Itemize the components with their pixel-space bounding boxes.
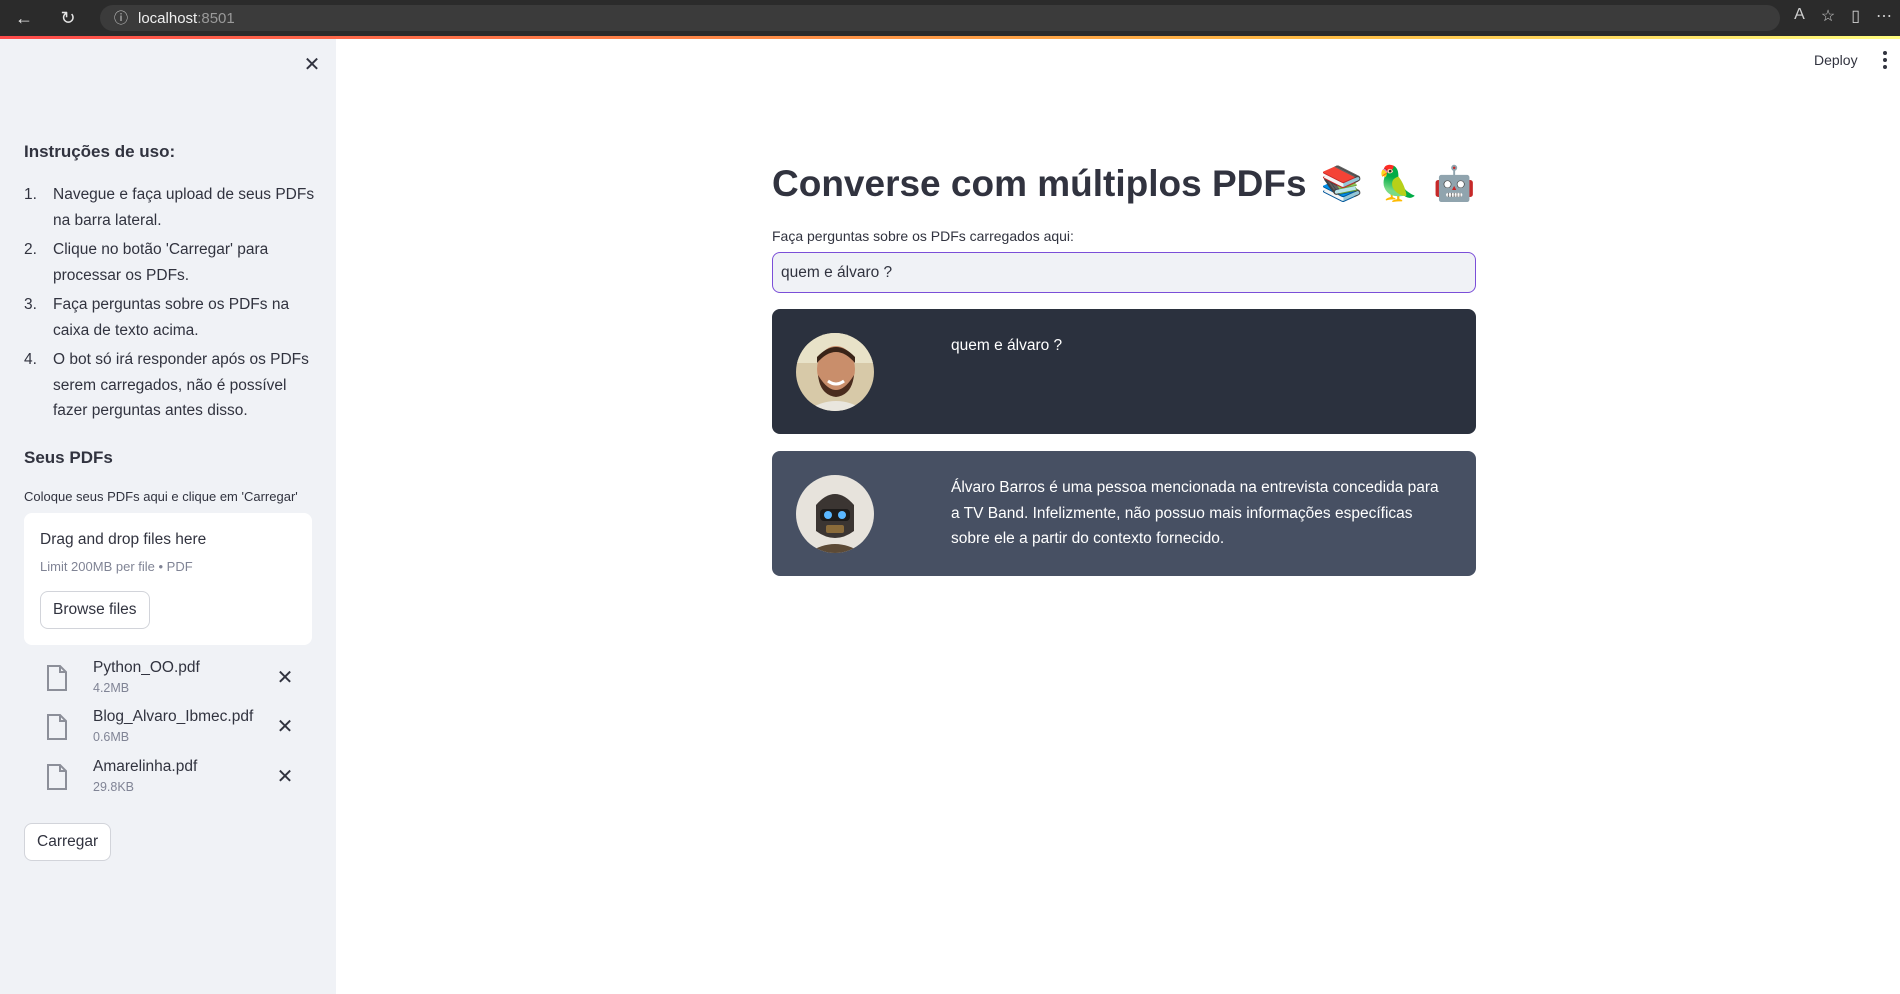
books-emoji-icon: 📚 <box>1320 165 1363 203</box>
file-name: Blog_Alvaro_Ibmec.pdf <box>93 708 254 725</box>
main-menu-icon[interactable] <box>1882 51 1888 69</box>
sidebar: ✕ Instruções de uso: 1. Navegue e faça up… <box>0 39 336 994</box>
browser-toolbar: ← ↻ ⓘ localhost:8501 A ☆ ▯ ⋯ <box>0 0 1900 36</box>
split-screen-icon[interactable]: ▯ <box>1851 6 1860 26</box>
bot-message-text: Álvaro Barros é uma pessoa mencionada na… <box>951 479 1439 547</box>
back-icon[interactable]: ← <box>12 6 36 30</box>
robot-emoji-icon: 🤖 <box>1433 165 1476 203</box>
uploaded-file: Amarelinha.pdf 29.8KB ✕ <box>24 758 312 800</box>
file-size: 4.2MB <box>93 681 130 695</box>
uploader-caption: Coloque seus PDFs aqui e clique em 'Carr… <box>24 489 298 504</box>
instruction-item: 3. Faça perguntas sobre os PDFs na caixa … <box>24 296 290 339</box>
file-name: Python_OO.pdf <box>93 659 200 676</box>
load-button[interactable]: Carregar <box>24 823 112 861</box>
file-dropzone[interactable]: Drag and drop files here Limit 200MB per… <box>24 513 312 645</box>
address-bar[interactable]: ⓘ localhost:8501 <box>100 5 1780 31</box>
close-sidebar-icon[interactable]: ✕ <box>300 53 324 77</box>
instruction-item: 2. Clique no botão 'Carregar' para proces… <box>24 241 269 284</box>
browse-files-button[interactable]: Browse files <box>40 591 150 629</box>
read-aloud-icon[interactable]: A <box>1794 6 1805 26</box>
reload-icon[interactable]: ↻ <box>56 6 80 30</box>
page-title: Converse com múltiplos PDFs <box>772 163 1307 204</box>
instructions-list: 1. Navegue e faça upload de seus PDFs na … <box>24 182 316 428</box>
instructions-title: Instruções de uso: <box>24 142 176 161</box>
file-icon <box>47 714 67 740</box>
url-port: :8501 <box>197 9 235 27</box>
instruction-item: 1. Navegue e faça upload de seus PDFs na … <box>24 186 315 229</box>
user-message: quem e álvaro ? <box>772 309 1476 434</box>
info-icon: ⓘ <box>114 10 128 26</box>
favorite-star-icon[interactable]: ☆ <box>1821 6 1835 26</box>
file-icon <box>47 764 67 790</box>
dropzone-limit: Limit 200MB per file • PDF <box>40 559 193 574</box>
page-title-row: Converse com múltiplos PDFs 📚 🦜 🤖 <box>772 163 1476 205</box>
file-name: Amarelinha.pdf <box>93 758 198 775</box>
instruction-item: 4. O bot só irá responder após os PDFs se… <box>24 351 309 419</box>
bot-avatar <box>796 475 874 553</box>
uploaded-file: Blog_Alvaro_Ibmec.pdf 0.6MB ✕ <box>24 708 312 750</box>
deploy-button[interactable]: Deploy <box>1814 52 1858 68</box>
bot-message: Álvaro Barros é uma pessoa mencionada na… <box>772 451 1476 576</box>
pdfs-title: Seus PDFs <box>24 448 113 467</box>
file-size: 0.6MB <box>93 730 130 744</box>
question-input[interactable] <box>772 252 1476 293</box>
uploaded-file: Python_OO.pdf 4.2MB ✕ <box>24 659 312 701</box>
user-avatar <box>796 333 874 411</box>
file-size: 29.8KB <box>93 780 135 794</box>
parrot-emoji-icon: 🦜 <box>1376 165 1420 203</box>
remove-file-icon[interactable]: ✕ <box>274 667 296 689</box>
file-icon <box>47 665 67 691</box>
dropzone-title: Drag and drop files here <box>40 531 207 548</box>
user-message-text: quem e álvaro ? <box>951 337 1063 354</box>
url-host: localhost <box>138 9 198 27</box>
question-label: Faça perguntas sobre os PDFs carregados … <box>772 228 1074 244</box>
remove-file-icon[interactable]: ✕ <box>274 766 296 788</box>
remove-file-icon[interactable]: ✕ <box>274 716 296 738</box>
more-icon[interactable]: ⋯ <box>1876 6 1892 26</box>
